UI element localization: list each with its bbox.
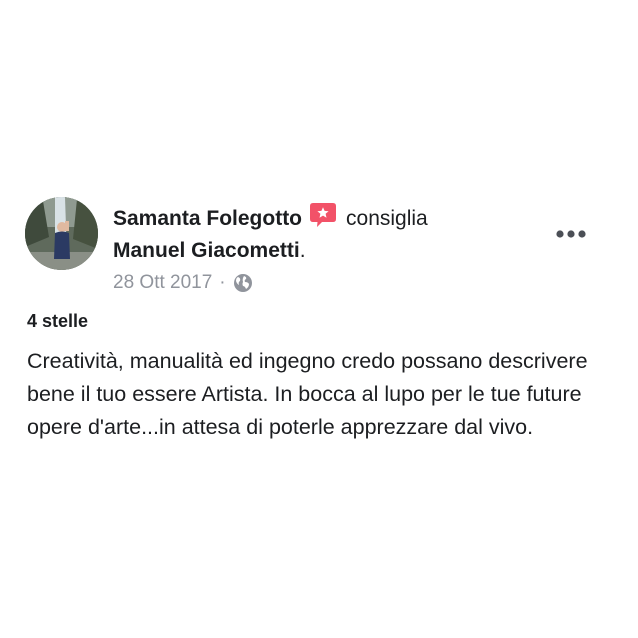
author-name-link[interactable]: Samanta Folegotto xyxy=(113,207,302,231)
post-meta: 28 Ott 2017 · xyxy=(113,270,253,296)
post-timestamp[interactable]: 28 Ott 2017 xyxy=(113,272,212,294)
rating-label: 4 stelle xyxy=(27,311,89,331)
recommend-star-bubble-icon xyxy=(309,202,337,228)
review-post: Samanta Folegotto consiglia Manuel Giaco… xyxy=(0,0,638,638)
more-options-button[interactable] xyxy=(552,224,590,244)
avatar-photo xyxy=(25,197,98,270)
recommend-verb: consiglia xyxy=(346,207,428,230)
sentence-period: . xyxy=(299,239,306,262)
more-options-icon xyxy=(556,230,586,238)
recommended-page-link[interactable]: Manuel Giacometti xyxy=(113,239,300,263)
meta-separator: · xyxy=(219,272,226,293)
author-avatar[interactable] xyxy=(25,197,98,270)
post-header-line: Samanta Folegotto consiglia xyxy=(113,202,428,234)
globe-icon[interactable] xyxy=(233,273,253,293)
recommended-page-line: Manuel Giacometti . xyxy=(113,236,306,266)
review-text: Creatività, manualità ed ingegno credo p… xyxy=(27,349,588,439)
